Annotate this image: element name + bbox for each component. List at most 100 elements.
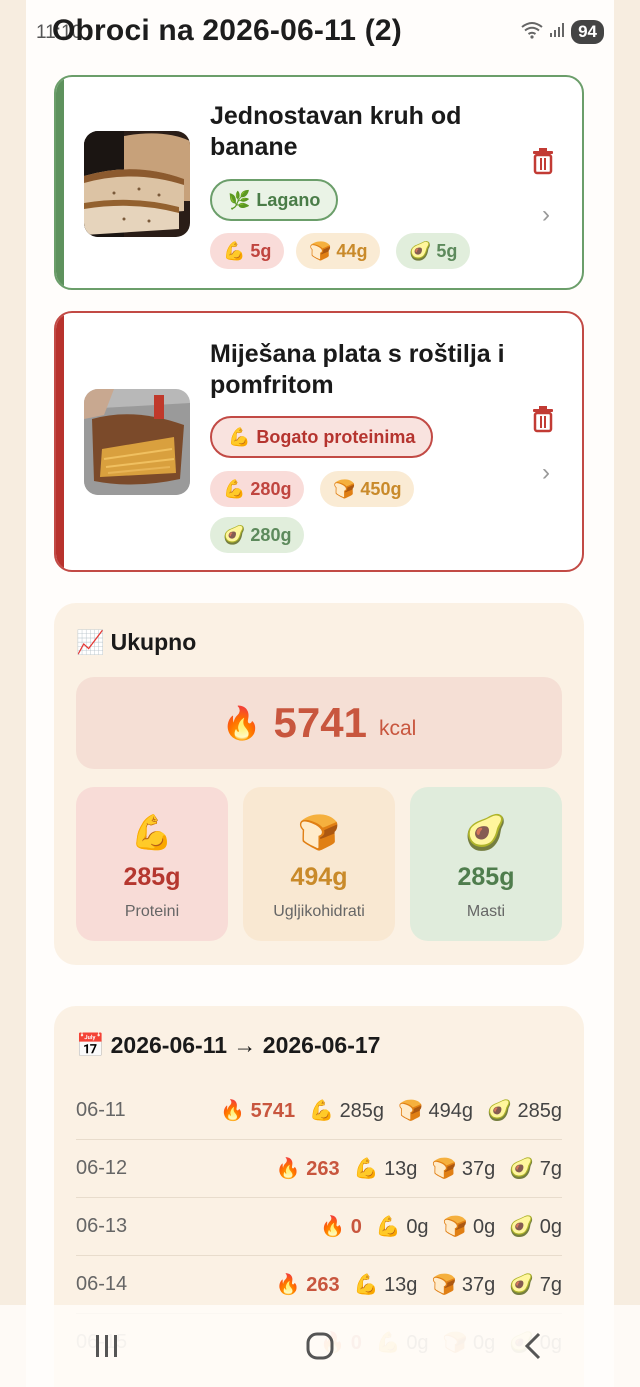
week-day-row[interactable]: 06-13 🔥 0 💪 0g 🍞 0g 🥑 0g [76,1197,562,1256]
day-kcal: 🔥 5741 [220,1098,295,1123]
fat-value: 280g [250,524,292,545]
flexed-biceps-icon: 💪 [223,478,246,499]
meal-tag-label: Lagano [256,189,321,210]
day-carbs: 🍞 494g [398,1098,473,1123]
chevron-right-icon[interactable]: › [542,201,550,229]
day-kcal-value: 0 [350,1215,362,1238]
totals-title-label: Ukupno [110,629,197,655]
meal-card[interactable]: Jednostavan kruh od banane 🌿 Lagano 💪 5g… [54,75,584,290]
recent-apps-button[interactable] [77,1321,137,1371]
day-fat-value: 0g [539,1215,562,1238]
fire-icon: 🔥 [220,1099,246,1122]
fire-icon: 🔥 [320,1215,346,1238]
day-protein-value: 285g [339,1099,385,1122]
day-kcal-value: 263 [306,1157,340,1180]
carbs-pill: 🍞 450g [320,471,415,507]
day-protein: 💪 13g [354,1156,418,1181]
bread-icon: 🍞 [442,1215,468,1238]
bread-icon: 🍞 [398,1099,423,1122]
avocado-icon: 🥑 [509,1273,535,1296]
week-range: 2026-06-11 → 2026-06-17 [110,1032,381,1058]
signal-icon [549,22,565,43]
day-fat: 🥑 0g [509,1214,562,1239]
home-button[interactable] [290,1321,350,1371]
avocado-icon: 🥑 [487,1099,512,1122]
total-kcal-unit: kcal [378,717,417,740]
bread-icon: 🍞 [333,478,356,499]
avocado-icon: 🥑 [509,1215,535,1238]
calendar-icon: 📅 [76,1032,105,1058]
day-carbs-value: 0g [473,1215,496,1238]
back-button[interactable] [503,1321,563,1371]
day-fat: 🥑 7g [509,1156,562,1181]
protein-total-tile: 💪 285g Proteini [76,787,228,941]
fat-total-value: 285g [457,863,515,891]
day-fat: 🥑 7g [509,1272,562,1297]
status-icons: 94 [521,20,604,44]
system-nav-bar [0,1305,640,1387]
day-fat-value: 285g [517,1099,563,1122]
fire-icon: 🔥 [221,705,262,741]
protein-total-label: Proteini [124,903,180,920]
day-date: 06-14 [76,1272,128,1295]
protein-value: 5g [250,240,272,261]
fat-value: 5g [436,240,458,261]
meal-card[interactable]: Miješana plata s roštilja i pomfritom 💪 … [54,311,584,572]
fat-total-tile: 🥑 285g Masti [410,787,562,941]
day-kcal: 🔥 0 [320,1214,362,1239]
fat-total-label: Masti [466,903,506,920]
avocado-icon: 🥑 [223,524,246,545]
week-day-row[interactable]: 06-12 🔥 263 💪 13g 🍞 37g 🥑 7g [76,1139,562,1198]
day-protein: 💪 285g [309,1098,384,1123]
day-protein: 💪 13g [354,1272,418,1297]
day-protein-value: 0g [406,1215,429,1238]
day-carbs: 🍞 0g [443,1214,496,1239]
day-carbs-value: 37g [461,1273,496,1296]
battery-indicator: 94 [571,20,604,44]
delete-icon[interactable] [530,405,556,433]
day-protein-value: 13g [384,1157,418,1180]
chevron-right-icon[interactable]: › [542,459,550,487]
day-carbs: 🍞 37g [431,1272,495,1297]
fire-icon: 🔥 [275,1273,301,1296]
day-carbs: 🍞 37g [431,1156,495,1181]
meal-accent-stripe [56,77,64,288]
bread-icon: 🍞 [431,1273,457,1296]
day-kcal: 🔥 263 [276,1156,340,1181]
wifi-icon [521,21,543,44]
day-date: 06-13 [76,1214,128,1237]
total-kcal-banner: 🔥 5741 kcal [76,677,562,769]
leaf-icon: 🌿 [228,189,251,210]
meal-name: Jednostavan kruh od banane [210,102,462,161]
carbs-total-tile: 🍞 494g Ugljikohidrati [243,787,395,941]
day-carbs-value: 494g [428,1099,474,1122]
carbs-pill: 🍞 44g [296,233,381,269]
carbs-value: 450g [360,478,402,499]
delete-icon[interactable] [530,147,556,175]
protein-total-value: 285g [123,863,181,891]
meal-image [84,389,190,495]
flexed-biceps-icon: 💪 [375,1215,401,1238]
day-kcal-value: 5741 [250,1099,296,1122]
week-title: 📅 2026-06-11 → 2026-06-17 [76,1032,380,1059]
fat-pill: 🥑 280g [210,517,305,553]
page-title: Obroci na 2026-06-11 (2) [52,14,402,47]
flexed-biceps-icon: 💪 [353,1273,379,1296]
day-protein-value: 13g [384,1273,418,1296]
day-fat-value: 7g [539,1273,562,1296]
day-carbs-value: 37g [461,1157,496,1180]
flexed-biceps-icon: 💪 [130,814,174,852]
meal-accent-stripe [56,313,64,570]
fire-icon: 🔥 [275,1157,301,1180]
day-kcal-value: 263 [306,1273,340,1296]
protein-pill: 💪 280g [210,471,305,507]
flexed-biceps-icon: 💪 [223,240,246,261]
week-day-row[interactable]: 06-11 🔥 5741 💪 285g 🍞 494g 🥑 285g [76,1081,562,1140]
day-fat: 🥑 285g [487,1098,562,1123]
carbs-total-label: Ugljikohidrati [273,903,365,920]
bread-icon: 🍞 [431,1157,457,1180]
avocado-icon: 🥑 [464,814,508,852]
protein-pill: 💪 5g [210,233,285,269]
day-fat-value: 7g [539,1157,562,1180]
chart-increasing-icon: 📈 [76,629,105,655]
